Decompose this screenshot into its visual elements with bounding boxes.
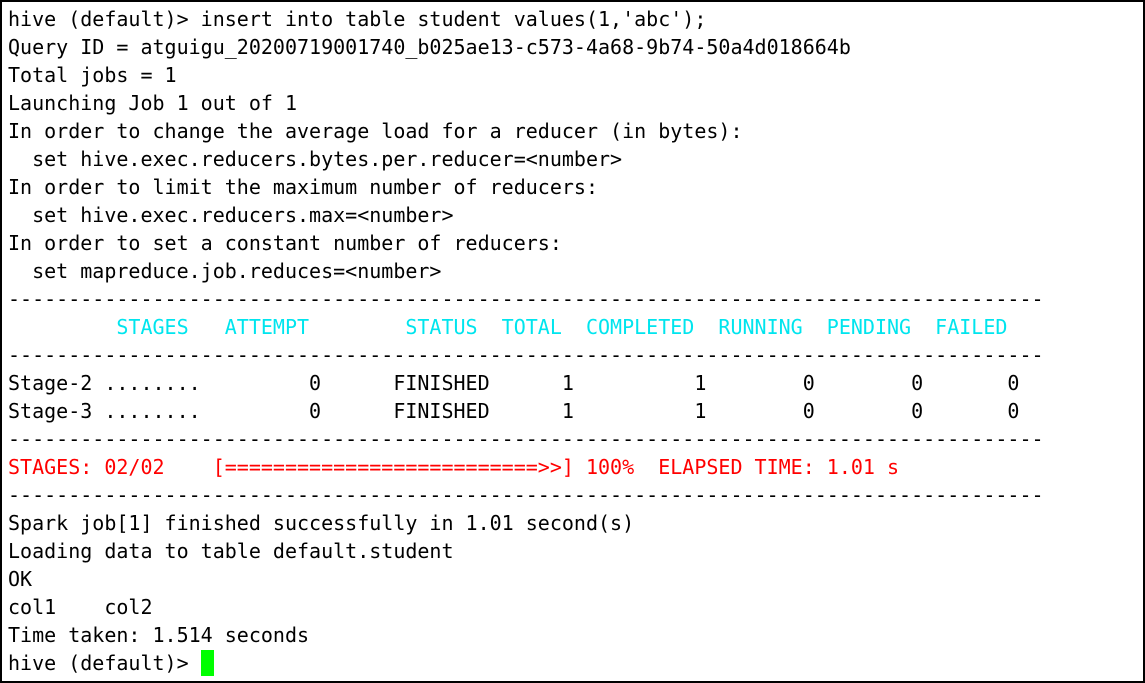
terminal-line: Query ID = atguigu_20200719001740_b025ae… <box>8 35 851 59</box>
terminal-line: Total jobs = 1 <box>8 63 177 87</box>
terminal-line: OK <box>8 567 33 591</box>
terminal-window[interactable]: hive (default)> insert into table studen… <box>0 0 1145 683</box>
separator-line: ----------------------------------------… <box>8 287 1044 311</box>
separator-line: ----------------------------------------… <box>8 483 1044 507</box>
terminal-line: In order to limit the maximum number of … <box>8 175 599 199</box>
terminal-line: set hive.exec.reducers.bytes.per.reducer… <box>8 147 623 171</box>
progress-line: STAGES: 02/02 [=========================… <box>8 455 900 479</box>
terminal-line: set hive.exec.reducers.max=<number> <box>8 203 454 227</box>
terminal-line: Launching Job 1 out of 1 <box>8 91 297 115</box>
terminal-line: hive (default)> insert into table studen… <box>8 7 707 31</box>
terminal-line: Spark job[1] finished successfully in 1.… <box>8 511 635 535</box>
terminal-line: set mapreduce.job.reduces=<number> <box>8 259 442 283</box>
cursor-block <box>200 650 214 676</box>
separator-line: ----------------------------------------… <box>8 427 1044 451</box>
terminal-line: In order to set a constant number of red… <box>8 231 562 255</box>
terminal-line: Time taken: 1.514 seconds <box>8 623 310 647</box>
terminal-line: In order to change the average load for … <box>8 119 743 143</box>
terminal-line: col1 col2 <box>8 595 153 619</box>
separator-line: ----------------------------------------… <box>8 343 1044 367</box>
stage-table-header: STAGES ATTEMPT STATUS TOTAL COMPLETED RU… <box>8 315 1008 339</box>
terminal-line: Loading data to table default.student <box>8 539 454 563</box>
stage-row: Stage-2 ........ 0 FINISHED 1 1 0 0 0 <box>8 371 1020 395</box>
prompt-line[interactable]: hive (default)> <box>8 649 1143 677</box>
stage-row: Stage-3 ........ 0 FINISHED 1 1 0 0 0 <box>8 399 1020 423</box>
prompt-text: hive (default)> <box>8 651 201 675</box>
